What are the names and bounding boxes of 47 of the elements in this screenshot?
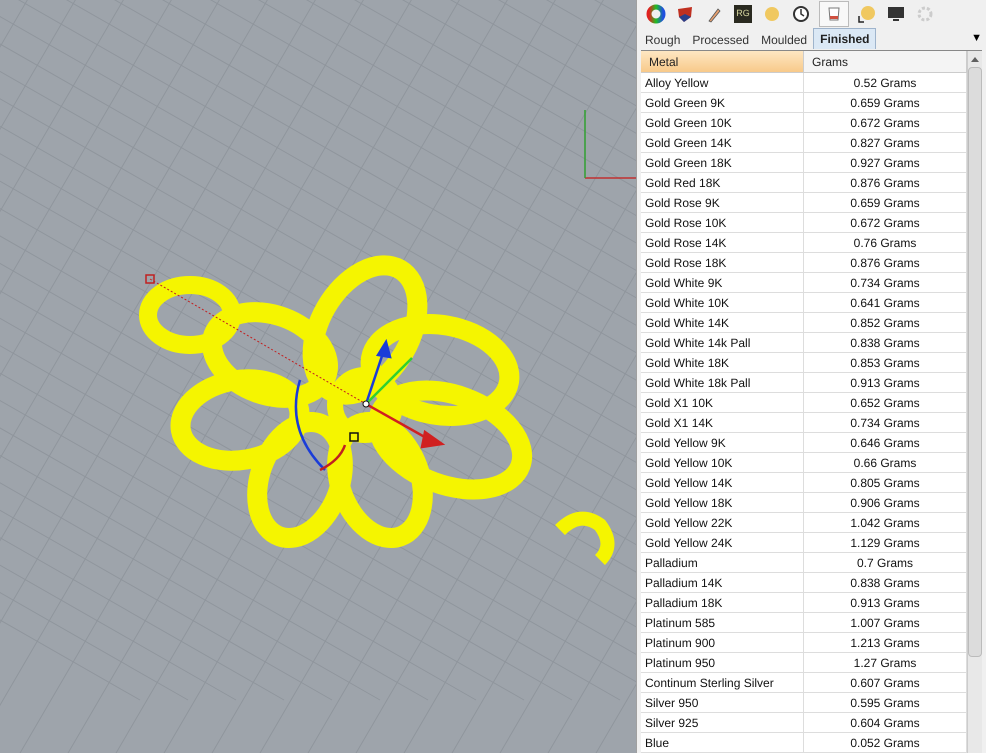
metal-cell: Palladium 18K [641,593,804,613]
cup-icon[interactable] [819,1,849,27]
metal-cell: Gold X1 10K [641,393,804,413]
metal-cell: Gold Rose 14K [641,233,804,253]
metal-cell: Gold White 14K [641,313,804,333]
scrollbar[interactable] [967,51,982,753]
grams-cell: 0.052 Grams [804,733,967,753]
metal-cell: Silver 925 [641,713,804,733]
metal-cell: Gold White 18k Pall [641,373,804,393]
metal-cell: Palladium 14K [641,573,804,593]
metal-cell: Silver 950 [641,693,804,713]
metal-cell: Gold Green 18K [641,153,804,173]
column-header[interactable]: Grams [804,51,967,73]
metal-cell: Gold White 9K [641,273,804,293]
metal-cell: Gold Yellow 22K [641,513,804,533]
metal-cell: Gold White 14k Pall [641,333,804,353]
metal-cell: Gold Rose 18K [641,253,804,273]
metal-cell: Gold Green 10K [641,113,804,133]
metal-cell: Gold White 10K [641,293,804,313]
metal-cell: Gold Yellow 18K [641,493,804,513]
metal-cell: Gold Green 14K [641,133,804,153]
metal-cell: Continum Sterling Silver [641,673,804,693]
metal-cell: Palladium [641,553,804,573]
dropdown-arrow[interactable]: ▼ [971,30,982,46]
tab[interactable]: Rough [639,30,686,49]
metal-cell: Gold Yellow 14K [641,473,804,493]
metal-cell: Gold Rose 9K [641,193,804,213]
axis-drawing [584,110,636,179]
tab[interactable]: Finished [813,28,876,49]
scroll-up-icon[interactable] [970,55,980,63]
metal-cell: Blue [641,733,804,753]
tab[interactable]: Moulded [755,30,814,49]
tab[interactable]: Processed [686,30,756,49]
metal-cell: Gold Yellow 9K [641,433,804,453]
metal-cell: Gold Green 9K [641,93,804,113]
metal-cell: Gold Yellow 24K [641,533,804,553]
metal-cell: Platinum 950 [641,653,804,673]
column-header[interactable]: Metal [641,51,804,73]
metal-cell: Alloy Yellow [641,73,804,93]
metal-cell: Platinum 585 [641,613,804,633]
scroll-thumb[interactable] [968,67,982,657]
metal-cell: Gold Yellow 10K [641,453,804,473]
metal-cell: Gold Red 18K [641,173,804,193]
metal-cell: Gold Rose 10K [641,213,804,233]
metal-cell: Gold X1 14K [641,413,804,433]
metal-cell: Platinum 900 [641,633,804,653]
metal-cell: Gold White 18K [641,353,804,373]
